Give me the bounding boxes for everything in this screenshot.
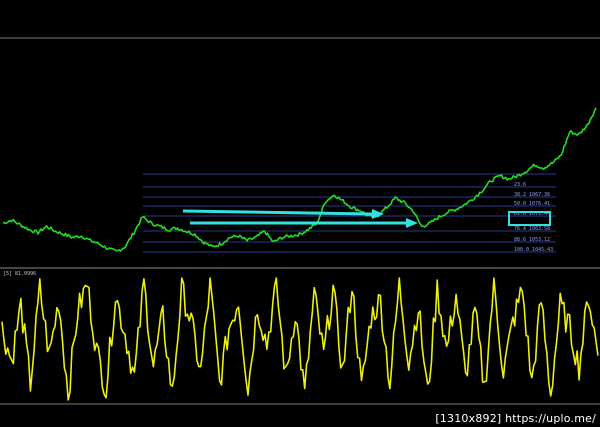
watermark-text: [1310x892] https://uplo.me/ [435, 412, 596, 425]
fib-level-label: 38.2 1067.36 [514, 192, 550, 198]
fib-level-label: 88.6 1053.12 [514, 237, 550, 243]
fib-level-label: 100.0 1045.43 [514, 247, 553, 253]
fib-level-label: 23.6 [514, 182, 526, 188]
fib-level-label: 50.0 1076.41 [514, 201, 550, 207]
trading-chart[interactable]: 23.638.2 1067.3650.0 1076.4161.8 1071.44… [0, 0, 600, 427]
fib-level-label: 76.4 1063.58 [514, 226, 550, 232]
indicator-label: [5] 81.0996 [3, 271, 36, 277]
